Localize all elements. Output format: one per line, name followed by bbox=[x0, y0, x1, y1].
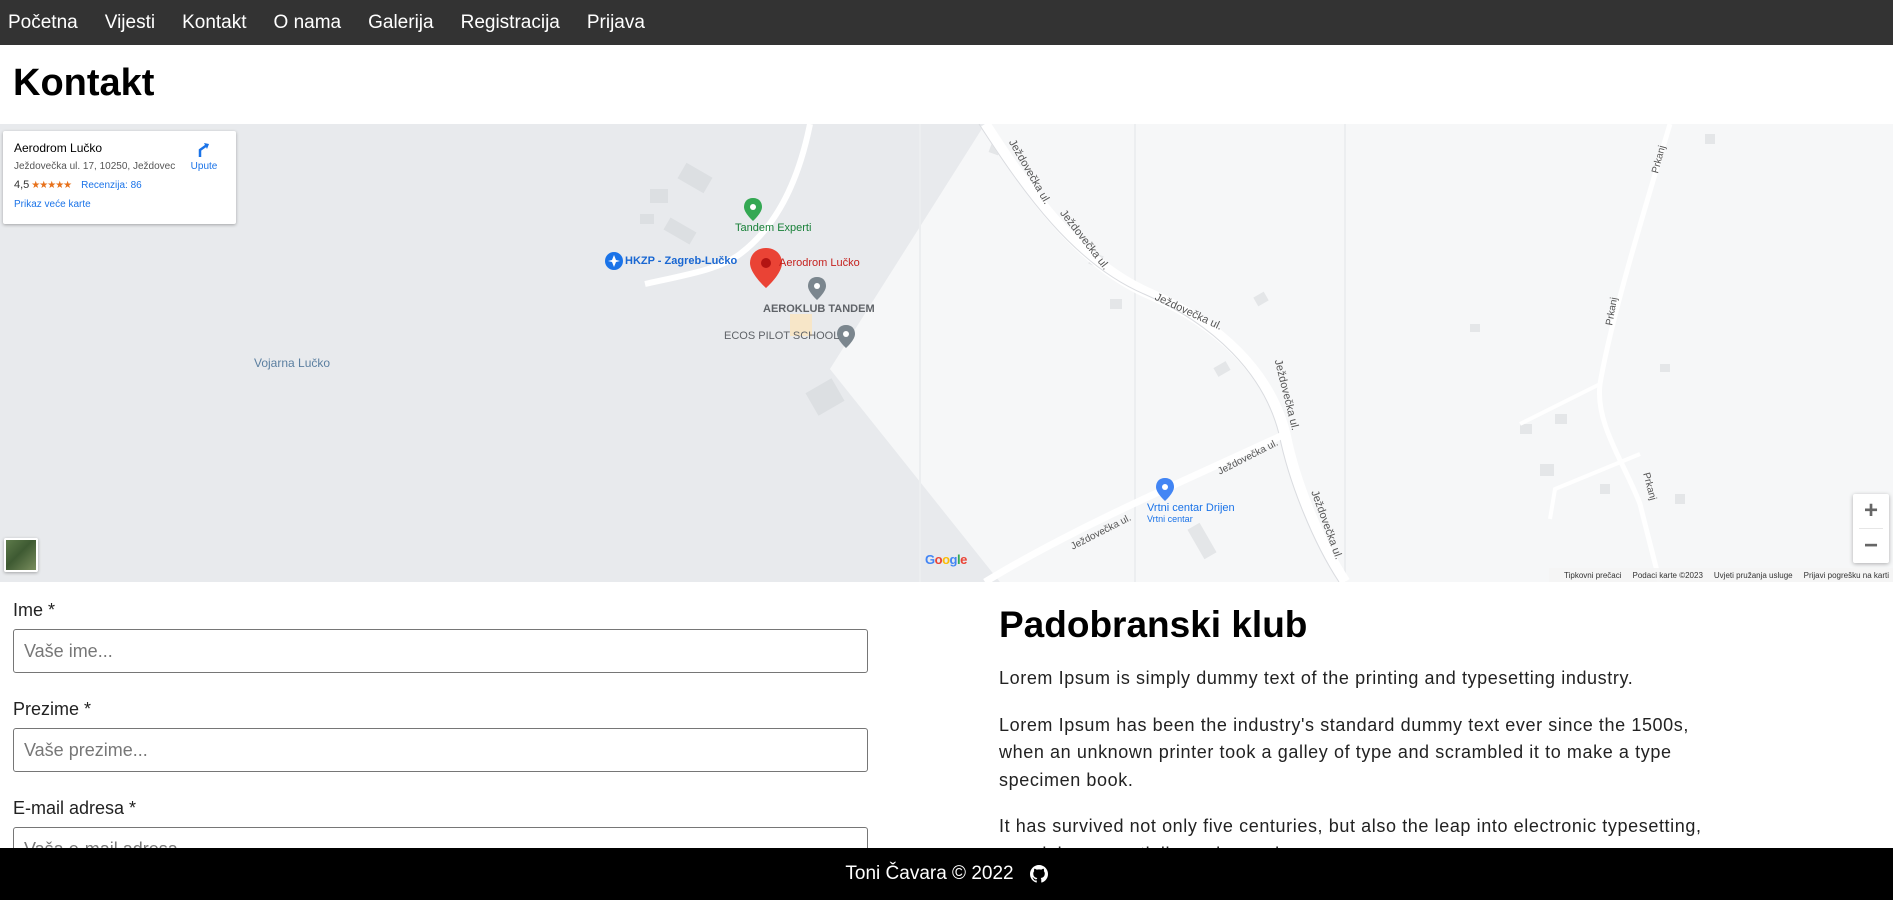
nav-link-kontakt[interactable]: Kontakt bbox=[182, 12, 246, 34]
marker-hkzp bbox=[605, 252, 623, 270]
zoom-in-button[interactable]: + bbox=[1853, 494, 1889, 528]
first-name-input[interactable] bbox=[13, 629, 868, 673]
github-icon[interactable] bbox=[1029, 865, 1048, 883]
nav-link-pocetna[interactable]: Početna bbox=[8, 12, 78, 34]
club-paragraph-2: Lorem Ipsum has been the industry's stan… bbox=[999, 714, 1689, 790]
nav-link-prijava[interactable]: Prijava bbox=[587, 12, 645, 34]
page-title: Kontakt bbox=[13, 62, 155, 104]
terms-link[interactable]: Uvjeti pružanja usluge bbox=[1714, 571, 1793, 580]
place-info-card: Aerodrom Lučko Ježdovečka ul. 17, 10250,… bbox=[3, 131, 236, 224]
top-nav: Početna Vijesti Kontakt O nama Galerija … bbox=[0, 0, 1893, 45]
nav-link-o-nama[interactable]: O nama bbox=[274, 12, 342, 34]
map-label-ecos[interactable]: ECOS PILOT SCHOOL bbox=[724, 330, 839, 342]
satellite-toggle-button[interactable] bbox=[4, 538, 38, 572]
first-name-label: Ime * bbox=[13, 600, 56, 620]
email-label: E-mail adresa * bbox=[13, 798, 137, 818]
nav-link-galerija[interactable]: Galerija bbox=[368, 12, 433, 34]
rating-stars-icon: ★★★★★ bbox=[31, 179, 72, 191]
zoom-out-button[interactable]: − bbox=[1853, 529, 1889, 563]
directions-icon bbox=[198, 143, 209, 157]
nav-link-vijesti[interactable]: Vijesti bbox=[105, 12, 155, 34]
club-info: Padobranski klub Lorem Ipsum is simply d… bbox=[999, 604, 1729, 887]
keyboard-shortcuts-link[interactable]: Tipkovni prečaci bbox=[1564, 571, 1622, 580]
directions-button[interactable]: Upute bbox=[184, 141, 224, 172]
zoom-controls: + − bbox=[1853, 494, 1889, 563]
place-rating-row: 4,5 ★★★★★ Recenzija: 86 bbox=[14, 179, 225, 191]
github-logo bbox=[1029, 865, 1048, 883]
map-label-vojarna: Vojarna Lučko bbox=[254, 356, 331, 370]
report-error-link[interactable]: Prijavi pogrešku na karti bbox=[1804, 571, 1889, 580]
club-paragraph-1: Lorem Ipsum is simply dummy text of the … bbox=[999, 668, 1634, 688]
map-base bbox=[0, 124, 1893, 582]
nav-link-registracija[interactable]: Registracija bbox=[461, 12, 560, 34]
place-rating: 4,5 bbox=[14, 179, 30, 191]
map-attribution: Tipkovni prečaci Podaci karte ©2023 Uvje… bbox=[1549, 568, 1893, 582]
map-label-tandem-experti[interactable]: Tandem Experti bbox=[735, 222, 811, 234]
larger-map-link[interactable]: Prikaz veće karte bbox=[14, 199, 225, 210]
last-name-label: Prezime * bbox=[13, 699, 92, 719]
map-label-aerodrom[interactable]: Aerodrom Lučko bbox=[779, 257, 860, 269]
map-label-vrtni[interactable]: Vrtni centar Drijen bbox=[1147, 502, 1235, 514]
embedded-map[interactable]: Aerodrom Lučko Ježdovečka ul. 17, 10250,… bbox=[0, 124, 1893, 582]
club-title: Padobranski klub bbox=[999, 604, 1308, 645]
footer-text: Toni Čavara © 2022 bbox=[845, 863, 1014, 884]
google-logo: Google bbox=[925, 552, 967, 567]
directions-label: Upute bbox=[190, 161, 218, 172]
last-name-input[interactable] bbox=[13, 728, 868, 772]
reviews-link[interactable]: Recenzija: 86 bbox=[81, 180, 142, 191]
footer: Toni Čavara © 2022 bbox=[0, 848, 1893, 900]
map-data-text: Podaci karte ©2023 bbox=[1632, 570, 1703, 580]
map-label-aeroklub[interactable]: AEROKLUB TANDEM bbox=[763, 303, 875, 315]
map-label-vrtni-sub: Vrtni centar bbox=[1147, 514, 1193, 524]
map-label-hkzp[interactable]: HKZP - Zagreb-Lučko bbox=[625, 255, 737, 267]
